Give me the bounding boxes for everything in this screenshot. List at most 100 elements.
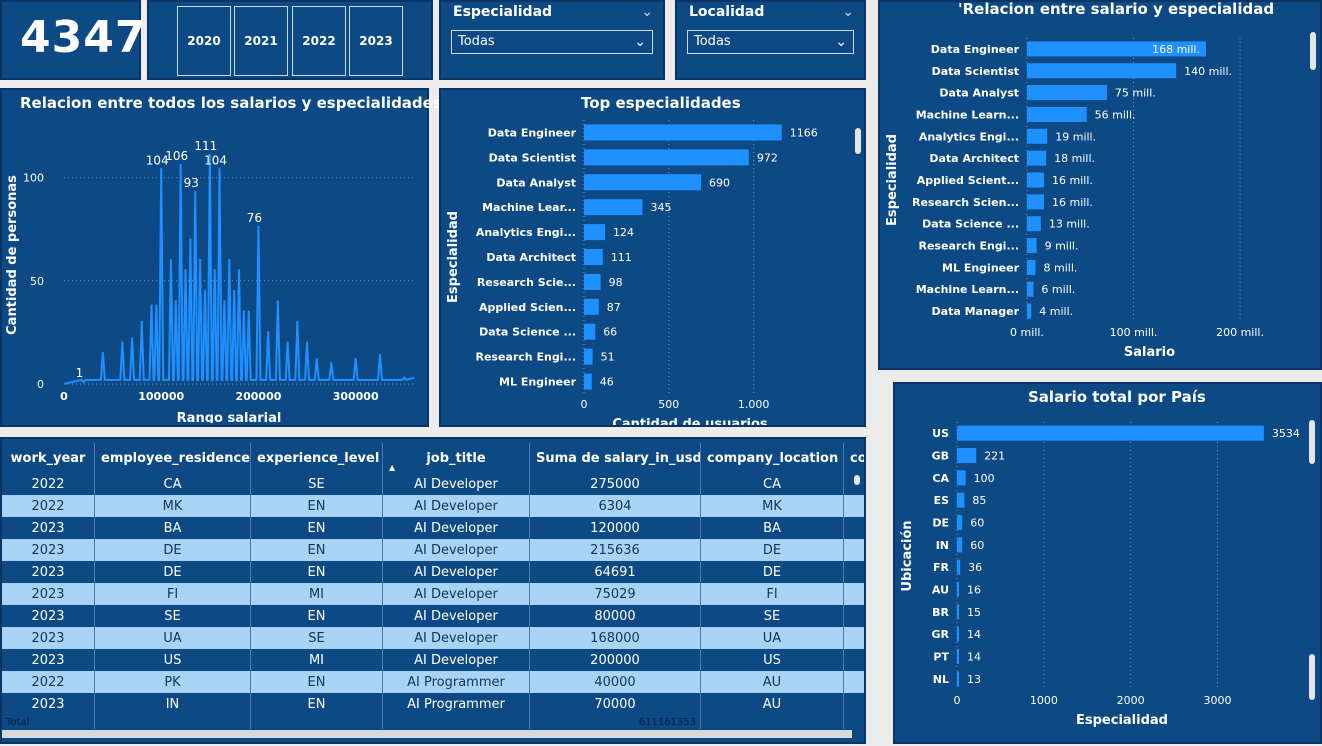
year-button-2020[interactable]: 2020 [177, 6, 231, 76]
table-cell: UA [700, 627, 844, 649]
scrollbar-thumb[interactable] [854, 475, 860, 485]
especialidad-slicer-label: Especialidad [453, 4, 553, 20]
data-point [189, 238, 192, 241]
column-header[interactable]: company_location [700, 443, 844, 473]
x-tick-label: 0 [581, 398, 588, 411]
data-point [140, 320, 143, 324]
scrollbar-thumb[interactable] [1310, 32, 1316, 70]
data-label: 221 [984, 450, 1005, 463]
year-button-2021[interactable]: 2021 [234, 6, 288, 76]
data-point [184, 269, 187, 272]
collapse-chevron-icon[interactable]: ⌄ [842, 4, 854, 20]
data-label: 36 [968, 561, 982, 574]
table-row[interactable]: 2023INENAI Programmer70000AUL [2, 693, 864, 715]
bar [957, 448, 977, 463]
bar [584, 174, 702, 191]
data-point [257, 225, 260, 229]
table-cell: DE [700, 561, 844, 583]
data-label: 85 [972, 494, 986, 507]
table-row[interactable]: 2023FIMIAI Developer75029FIM [2, 583, 864, 605]
table-cell: 2023 [2, 561, 95, 583]
data-label: 87 [607, 301, 621, 314]
bar [957, 604, 959, 620]
especialidad-slicer: Especialidad ⌄ Todas ⌄ [439, 0, 665, 80]
bar [957, 492, 965, 508]
table-row[interactable]: 2023SEENAI Developer80000SEM [2, 605, 864, 627]
histogram-chart[interactable]: 0 50 100 0 100000 200000 300000 Rango salarial C… [2, 118, 427, 423]
localidad-dropdown[interactable]: Todas ⌄ [687, 30, 854, 54]
table-row[interactable]: 2023USMIAI Developer200000USM [2, 649, 864, 671]
column-header[interactable]: company_siz [843, 443, 864, 473]
table-cell: 40000 [529, 671, 701, 693]
table-cell: SE [94, 605, 251, 627]
total-cell [700, 715, 844, 729]
table-cell: AI Developer [382, 539, 530, 561]
bar [1027, 63, 1177, 79]
data-label: 690 [709, 176, 730, 189]
year-button-2023[interactable]: 2023 [349, 6, 403, 76]
bar [584, 199, 643, 216]
table-cell: AI Developer [382, 561, 530, 583]
category-label: ES [934, 494, 950, 507]
data-point [330, 362, 333, 365]
table-row[interactable]: 2023UASEAI Developer168000UAM [2, 627, 864, 649]
salario-especialidad-chart[interactable]: 0 mill. 100 mill. 200 mill. Salario Especial… [880, 24, 1308, 368]
table-cell: AI Programmer [382, 671, 530, 693]
category-label: Research Engi... [476, 351, 577, 364]
bar [1027, 128, 1048, 144]
column-header[interactable]: experience_level [250, 443, 383, 473]
y-tick-label: 100 [23, 172, 44, 185]
data-label: 13 mill. [1049, 218, 1090, 231]
x-axis-title: Cantidad de usuarios [612, 417, 768, 425]
especialidad-dropdown[interactable]: Todas ⌄ [451, 30, 653, 54]
bar [584, 273, 601, 290]
table-cell: MI [250, 649, 383, 671]
data-point [237, 269, 241, 272]
column-header[interactable]: employee_residence [94, 443, 251, 473]
column-header[interactable]: job_title ▲ [382, 443, 530, 473]
table-cell: M [843, 627, 864, 649]
table-row[interactable]: 2022PKENAI Programmer40000AUM [2, 671, 864, 693]
data-point [160, 168, 163, 171]
data-label: 111 [611, 251, 632, 264]
table-row[interactable]: 2023DEENAI Developer64691DEM [2, 561, 864, 583]
data-label: 6 mill. [1041, 283, 1075, 296]
horizontal-scrollbar[interactable] [2, 730, 852, 738]
column-header[interactable]: work_year [2, 443, 95, 473]
data-point [228, 258, 231, 262]
category-label: Analytics Engi... [919, 130, 1019, 143]
table-row[interactable]: 2023DEENAI Developer215636DEL [2, 539, 864, 561]
x-tick-label: 2000 [1117, 694, 1145, 707]
scrollbar-thumb[interactable] [855, 128, 861, 154]
scrollbar-thumb[interactable] [1309, 420, 1315, 464]
table-cell: EN [250, 561, 383, 583]
data-label: 111 [194, 139, 217, 153]
collapse-chevron-icon[interactable]: ⌄ [641, 4, 653, 20]
data-point [266, 331, 270, 334]
data-label: 76 [247, 211, 262, 225]
top-especialidades-title: Top especialidades [581, 94, 741, 112]
category-label: IN [936, 539, 949, 552]
table-row[interactable]: 2023BAENAI Developer120000BAS [2, 517, 864, 539]
data-label: 140 mill. [1184, 65, 1232, 78]
table-cell: 275000 [529, 473, 701, 495]
data-label: 13 [967, 673, 981, 686]
table-cell: DE [94, 539, 251, 561]
data-label: 106 [165, 149, 188, 163]
table-cell: MI [250, 583, 383, 605]
table-row[interactable]: 2022CASEAI Developer275000CAS [2, 473, 864, 495]
year-button-2022[interactable]: 2022 [292, 6, 346, 76]
data-label: 66 [603, 326, 617, 339]
x-tick-label: 200000 [235, 390, 281, 403]
column-header[interactable]: Suma de salary_in_usd [529, 443, 701, 473]
table-row[interactable]: 2022MKENAI Developer6304MKS [2, 495, 864, 517]
x-axis-title: Especialidad [1076, 713, 1168, 728]
category-label: Data Analyst [496, 176, 576, 189]
total-cell: Total [2, 715, 95, 729]
salario-pais-chart[interactable]: 0 1000 2000 3000 Especialidad Ubicación US 3534… [895, 410, 1309, 746]
table-cell: 2023 [2, 605, 95, 627]
scrollbar-thumb[interactable] [1309, 654, 1315, 700]
top-especialidades-chart[interactable]: 0 500 1.000 Cantidad de usuarios Especialida… [441, 116, 851, 425]
histogram-title: Relacion entre todos los salarios y espe… [20, 94, 442, 112]
category-label: FR [933, 561, 950, 574]
